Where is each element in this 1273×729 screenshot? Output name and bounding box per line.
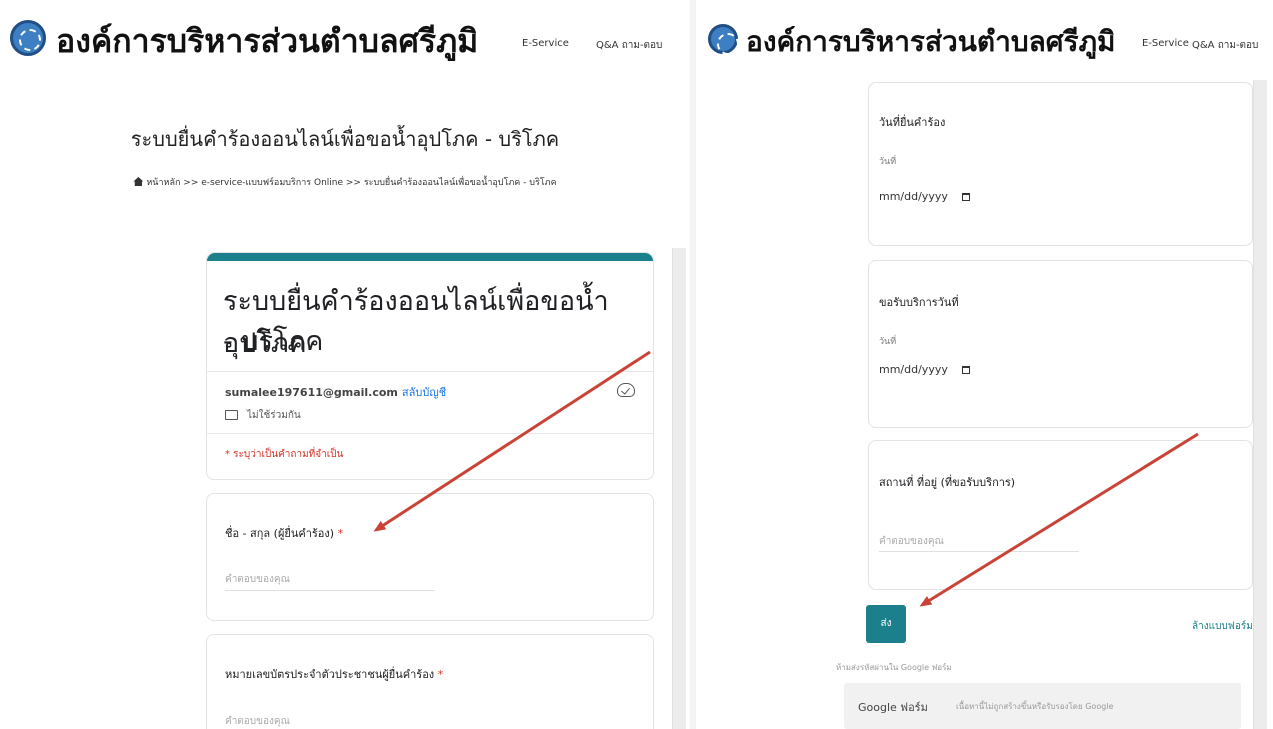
- page-title: ระบบยื่นคำร้องออนไลน์เพื่อขอน้ำอุปโภค - …: [130, 127, 560, 151]
- question-card-address: สถานที่ ที่อยู่ (ที่ขอรับบริการ) คำตอบขอ…: [868, 440, 1253, 590]
- date-value[interactable]: mm/dd/yyyy: [879, 190, 948, 203]
- google-disclaimer: เนื้อหานี้ไม่ถูกสร้างขึ้นหรือรับรองโดย G…: [956, 702, 1114, 711]
- header-separator: [207, 371, 653, 372]
- name-answer-input[interactable]: คำตอบของคุณ: [225, 572, 290, 587]
- password-warning: ห้ามส่งรหัสผ่านใน Google ฟอร์ม: [836, 663, 952, 672]
- site-header: องค์การบริหารส่วนตำบลศรีภูมิ E-Service Q…: [696, 0, 1273, 80]
- required-asterisk: *: [437, 668, 444, 681]
- nav-qa-link[interactable]: Q&A ถาม-ตอบ: [596, 38, 662, 53]
- nav-qa-link[interactable]: Q&A ถาม-ตอบ: [1192, 38, 1258, 53]
- site-title: องค์การบริหารส่วนตำบลศรีภูมิ: [746, 25, 1116, 58]
- clear-form-link[interactable]: ล้างแบบฟอร์ม: [1192, 619, 1253, 634]
- id-answer-input[interactable]: คำตอบของคุณ: [225, 714, 290, 729]
- question-label: สถานที่ ที่อยู่ (ที่ขอรับบริการ): [879, 476, 1016, 489]
- breadcrumb: หน้าหลัก >> e-service-แบบฟร์อมบริการ Onl…: [0, 175, 690, 189]
- account-email: sumalee197611@gmail.com สลับบัญชี: [225, 383, 446, 401]
- question-label: ชื่อ - สกุล (ผู้ยื่นคำร้อง) *: [225, 524, 343, 542]
- emblem-logo-icon: [708, 24, 739, 55]
- form-scrollbar[interactable]: [1253, 80, 1267, 729]
- no-save-icon: [225, 410, 238, 420]
- calendar-icon[interactable]: [961, 193, 970, 201]
- address-answer-input[interactable]: คำตอบของคุณ: [879, 534, 944, 549]
- question-label: ขอรับบริการวันที่: [879, 296, 959, 309]
- date-sub-label: วันที่: [879, 157, 897, 167]
- breadcrumb-text[interactable]: หน้าหลัก >> e-service-แบบฟร์อมบริการ Onl…: [146, 178, 556, 188]
- nav-eservice-link[interactable]: E-Service: [1142, 38, 1189, 49]
- question-card-service-date: ขอรับบริการวันที่ วันที่ mm/dd/yyyy: [868, 260, 1253, 428]
- question-card-name: ชื่อ - สกุล (ผู้ยื่นคำร้อง) * คำตอบของคุ…: [206, 493, 654, 621]
- nav-eservice-link[interactable]: E-Service: [522, 38, 569, 49]
- request-date-input[interactable]: mm/dd/yyyy: [879, 190, 970, 203]
- question-card-id: หมายเลขบัตรประจำตัวประชาชนผู้ยื่นคำร้อง …: [206, 634, 654, 729]
- account-email-text: sumalee197611@gmail.com: [225, 386, 398, 399]
- form-header-card: ระบบยื่นคำร้องออนไลน์เพื่อขอน้ำอุปโภค - …: [206, 252, 654, 480]
- left-screenshot-panel: องค์การบริหารส่วนตำบลศรีภูมิ E-Service Q…: [0, 0, 690, 729]
- site-header: องค์การบริหารส่วนตำบลศรีภูมิ E-Service Q…: [0, 0, 690, 80]
- date-value[interactable]: mm/dd/yyyy: [879, 363, 948, 376]
- question-card-request-date: วันที่ยื่นคำร้อง วันที่ mm/dd/yyyy: [868, 82, 1253, 246]
- header-separator-2: [207, 433, 653, 434]
- google-footer-box: Google ฟอร์ม เนื้อหานี้ไม่ถูกสร้างขึ้นหร…: [844, 683, 1241, 729]
- site-title: องค์การบริหารส่วนตำบลศรีภูมิ: [56, 22, 479, 60]
- cloud-check-icon: [617, 383, 635, 397]
- not-shared-text: ไม่ใช้ร่วมกัน: [247, 410, 301, 421]
- required-note: * ระบุว่าเป็นคำถามที่จำเป็น: [225, 449, 344, 460]
- form-title-line2: - บริโภค: [223, 326, 324, 357]
- service-date-input[interactable]: mm/dd/yyyy: [879, 363, 970, 376]
- calendar-icon[interactable]: [961, 366, 970, 374]
- right-screenshot-panel: องค์การบริหารส่วนตำบลศรีภูมิ E-Service Q…: [696, 0, 1273, 729]
- question-label: วันที่ยื่นคำร้อง: [879, 116, 946, 129]
- date-sub-label: วันที่: [879, 337, 897, 347]
- google-forms-logo: Google ฟอร์ม: [858, 701, 928, 714]
- form-accent-bar: [207, 253, 653, 261]
- answer-underline: [225, 590, 435, 591]
- question-label-text: หมายเลขบัตรประจำตัวประชาชนผู้ยื่นคำร้อง: [225, 668, 435, 681]
- form-scrollbar[interactable]: [672, 248, 686, 729]
- question-label: หมายเลขบัตรประจำตัวประชาชนผู้ยื่นคำร้อง …: [225, 665, 443, 683]
- required-asterisk: *: [337, 527, 344, 540]
- home-icon[interactable]: [133, 177, 144, 186]
- submit-button[interactable]: ส่ง: [866, 605, 906, 643]
- switch-account-link[interactable]: สลับบัญชี: [402, 386, 446, 399]
- question-label-text: ชื่อ - สกุล (ผู้ยื่นคำร้อง): [225, 527, 335, 540]
- answer-underline: [879, 551, 1079, 552]
- emblem-logo-icon: [10, 20, 46, 56]
